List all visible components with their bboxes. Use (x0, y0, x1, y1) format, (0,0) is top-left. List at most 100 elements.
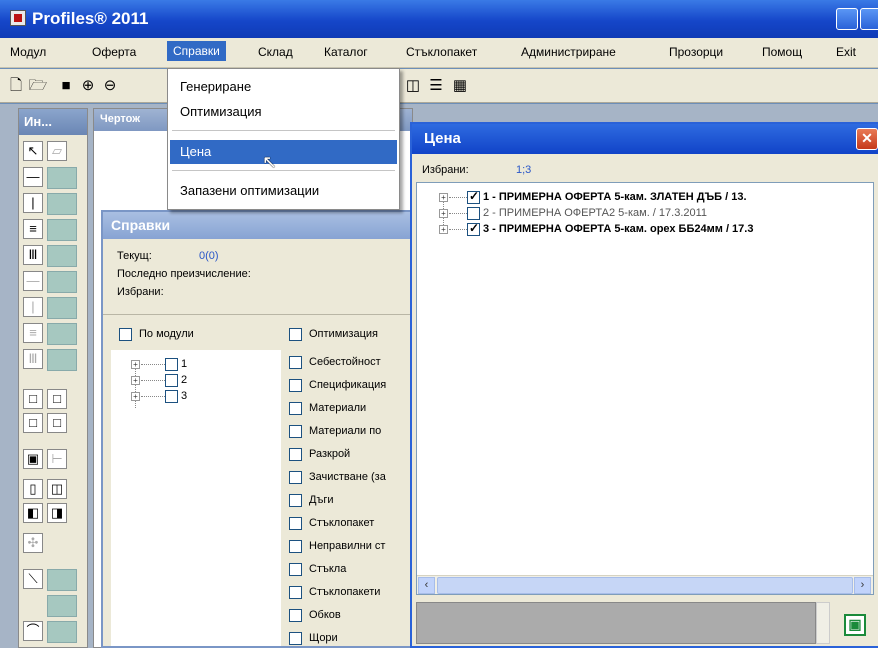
offer-label[interactable]: 1 - ПРИМЕРНА ОФЕРТА 5-кам. ЗЛАТЕН ДЪБ / … (483, 191, 747, 203)
optimization-checkbox[interactable] (289, 328, 302, 341)
offer-checkbox[interactable] (467, 207, 480, 220)
horizontal-scrollbar[interactable]: ‹ › (417, 575, 873, 594)
save-icon[interactable]: ■ (56, 76, 76, 96)
report-checkbox[interactable] (289, 586, 302, 599)
tool-palette: Ин... ↖ ▱ — | ≡ Ⅲ — | ≡ Ⅲ □ □ □ □ ▣ ⊢ ▯ … (18, 108, 88, 648)
report-checkbox[interactable] (289, 517, 302, 530)
report-checkbox[interactable] (289, 540, 302, 553)
module-label: 2 (181, 374, 188, 386)
menu-offer[interactable]: Оферта (92, 45, 136, 59)
tree-line (135, 364, 136, 408)
open-folder-icon[interactable]: 🗁 (28, 76, 48, 96)
eraser-icon[interactable]: ▱ (47, 141, 67, 161)
offer-checkbox[interactable] (467, 221, 480, 236)
window-frame-icon[interactable]: □ (47, 413, 67, 433)
confirm-icon[interactable]: ▣ (844, 614, 866, 636)
menu-item-optimization[interactable]: Оптимизация (170, 100, 397, 124)
expand-icon[interactable]: + (439, 225, 448, 234)
menu-reports[interactable]: Справки (167, 41, 226, 61)
window-frame-icon[interactable]: □ (23, 413, 43, 433)
sash-icon[interactable]: ▣ (23, 449, 43, 469)
door-icon[interactable]: ▯ (23, 479, 43, 499)
scroll-right-icon[interactable]: › (854, 577, 871, 594)
columns-icon[interactable]: ◫ (403, 76, 423, 96)
report-checkbox[interactable] (289, 563, 302, 576)
horizontal-bar-icon[interactable]: — (23, 167, 43, 187)
window-frame-icon[interactable]: □ (47, 389, 67, 409)
expand-icon[interactable]: + (439, 209, 448, 218)
by-modules-checkbox[interactable] (119, 328, 132, 341)
close-icon[interactable]: ✕ (856, 128, 878, 150)
menu-catalog[interactable]: Каталог (324, 45, 368, 59)
grid-icon[interactable]: ▦ (450, 76, 470, 96)
report-checkbox[interactable] (289, 425, 302, 438)
arc-icon[interactable]: ⌒ (23, 621, 43, 641)
menu-warehouse[interactable]: Склад (258, 45, 293, 59)
module-checkbox[interactable] (165, 390, 178, 403)
tree-line (449, 229, 467, 230)
report-checkbox[interactable] (289, 356, 302, 369)
door-icon[interactable]: ◫ (47, 479, 67, 499)
rows-icon[interactable]: ☰ (426, 76, 446, 96)
window-frame-icon[interactable]: □ (23, 389, 43, 409)
menu-glass-unit[interactable]: Стъклопакет (406, 45, 477, 59)
horizontal-split-icon[interactable]: ≡ (23, 219, 43, 239)
double-door-icon[interactable]: ◧ (23, 503, 43, 523)
menu-item-price[interactable]: Цена (170, 140, 397, 164)
module-checkbox[interactable] (165, 374, 178, 387)
divider (103, 314, 419, 315)
price-title: Цена (412, 124, 878, 154)
minimize-button[interactable] (836, 8, 858, 30)
pivot-icon[interactable]: ✣ (23, 533, 43, 553)
offer-checkbox[interactable] (467, 189, 480, 204)
vsplit-disabled-icon[interactable]: Ⅲ (23, 349, 43, 369)
zoom-in-icon[interactable]: ⊕ (78, 76, 98, 96)
vertical-bar-disabled-icon[interactable]: | (23, 297, 43, 317)
vertical-bar-icon[interactable]: | (23, 193, 43, 213)
price-window: Цена ✕ Избрани: 1;3 + 1 - ПРИМЕРНА ОФЕРТ… (410, 122, 878, 648)
expand-icon[interactable]: + (439, 193, 448, 202)
pointer-icon[interactable]: ↖ (23, 141, 43, 161)
vertical-scrollbar[interactable] (816, 602, 830, 644)
expand-icon[interactable]: + (131, 360, 140, 369)
menu-separator (172, 130, 395, 131)
menu-exit[interactable]: Exit (836, 45, 856, 59)
menu-administration[interactable]: Администриране (521, 45, 616, 59)
zoom-out-icon[interactable]: ⊖ (100, 76, 120, 96)
report-checkbox[interactable] (289, 609, 302, 622)
report-checkbox[interactable] (289, 471, 302, 484)
offer-label[interactable]: 3 - ПРИМЕРНА ОФЕРТА 5-кам. орех ББ24мм /… (483, 223, 753, 235)
report-checkbox[interactable] (289, 402, 302, 415)
menu-module[interactable]: Модул (10, 45, 46, 59)
double-door-icon[interactable]: ◨ (47, 503, 67, 523)
scroll-thumb[interactable] (437, 577, 853, 594)
menu-item-generate[interactable]: Генериране (170, 75, 397, 99)
diagonal-icon[interactable]: ⟍ (23, 569, 43, 589)
maximize-button[interactable] (860, 8, 878, 30)
split-disabled-icon[interactable]: ≡ (23, 323, 43, 343)
selected-value: 1;3 (516, 164, 532, 176)
expand-icon[interactable]: + (131, 392, 140, 401)
new-file-icon[interactable]: 🗋 (6, 76, 26, 96)
expand-icon[interactable]: + (131, 376, 140, 385)
menu-help[interactable]: Помощ (762, 45, 802, 59)
app-icon (10, 10, 26, 26)
offer-label[interactable]: 2 - ПРИМЕРНА ОФЕРТА2 5-кам. / 17.3.2011 (483, 207, 707, 219)
swatch (47, 595, 77, 617)
horizontal-bar-disabled-icon[interactable]: — (23, 271, 43, 291)
tree-line (141, 380, 165, 381)
vertical-split-icon[interactable]: Ⅲ (23, 245, 43, 265)
notes-area[interactable] (416, 602, 816, 644)
handle-icon[interactable]: ⊢ (47, 449, 67, 469)
current-label: Текущ: (117, 250, 152, 262)
menu-windows[interactable]: Прозорци (669, 45, 723, 59)
scroll-left-icon[interactable]: ‹ (418, 577, 435, 594)
report-checkbox[interactable] (289, 632, 302, 645)
reports-window: Справки Текущ: 0(0) Последно преизчислен… (101, 210, 421, 648)
tree-line (449, 197, 467, 198)
report-checkbox[interactable] (289, 448, 302, 461)
report-checkbox[interactable] (289, 379, 302, 392)
report-checkbox[interactable] (289, 494, 302, 507)
module-checkbox[interactable] (165, 358, 178, 371)
menu-item-saved-optimizations[interactable]: Запазени оптимизации (170, 179, 397, 203)
